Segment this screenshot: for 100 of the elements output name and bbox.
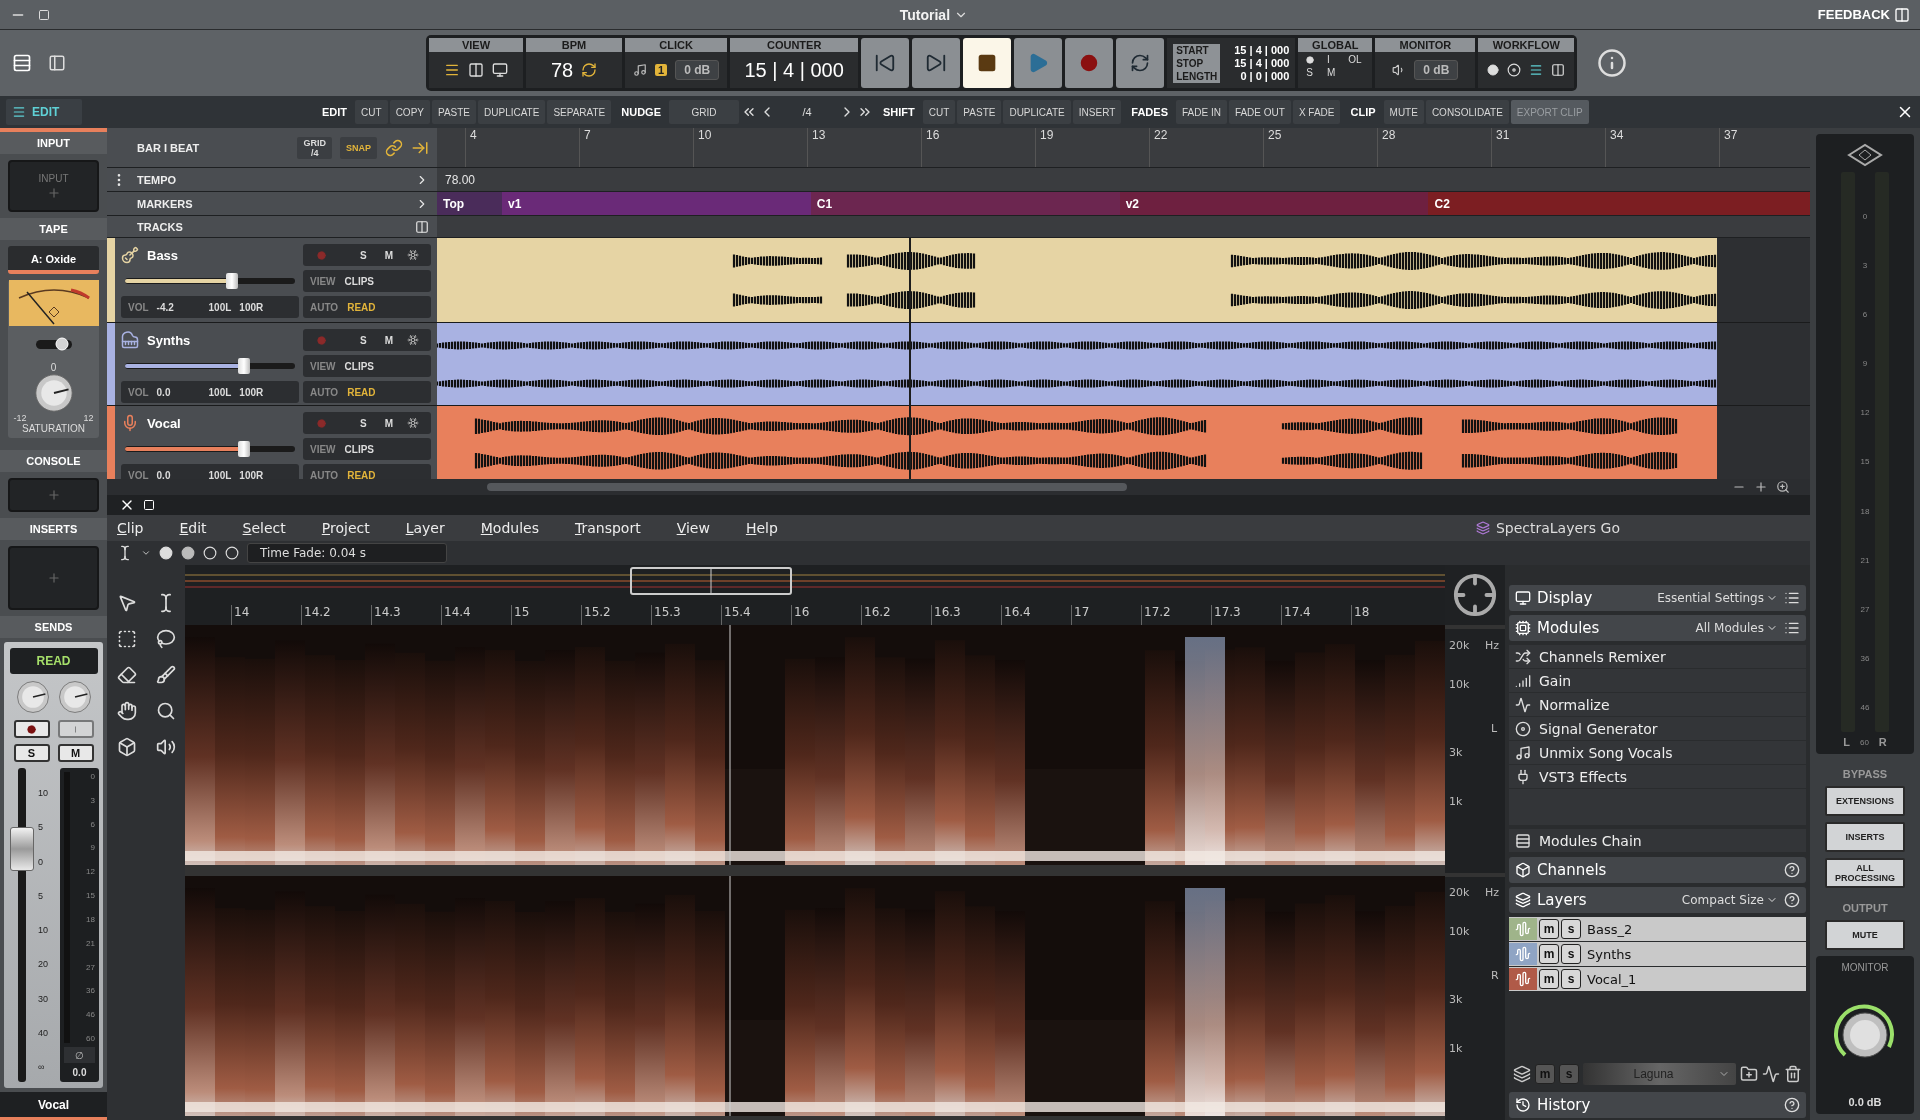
settings-dropdown[interactable]: Essential Settings <box>1657 591 1778 605</box>
toolbar-button[interactable]: CUT <box>922 100 956 124</box>
mute-button[interactable]: MUTE <box>1825 920 1905 950</box>
monitor-icon[interactable] <box>492 62 508 78</box>
help-icon[interactable] <box>1784 892 1800 908</box>
edit-mode-button[interactable]: EDIT <box>6 99 82 125</box>
panel-header[interactable]: Modules All Modules <box>1509 615 1806 641</box>
layer-row[interactable]: m s Vocal_1 <box>1509 967 1806 991</box>
folder-plus-icon[interactable] <box>1740 1065 1758 1083</box>
menu-item[interactable]: Select <box>242 520 300 536</box>
toolbar-button[interactable]: DUPLICATE <box>478 100 546 124</box>
cube-icon[interactable] <box>116 737 137 757</box>
input-monitor-button[interactable] <box>57 720 94 738</box>
modules-dropdown[interactable]: All Modules <box>1695 621 1778 635</box>
help-icon[interactable] <box>1784 862 1800 878</box>
menu-item[interactable]: Layer <box>405 520 459 536</box>
marker[interactable]: C1 <box>810 192 1120 215</box>
mute-button[interactable]: m <box>1539 919 1559 939</box>
view-dropdown[interactable]: CLIPS <box>340 275 378 287</box>
menu-item[interactable]: Modules <box>480 520 553 536</box>
list-icon[interactable] <box>1784 590 1800 606</box>
panel-header[interactable]: Layers Compact Size <box>1509 887 1806 913</box>
click-level-field[interactable]: 0 dB <box>675 60 720 80</box>
sync-icon[interactable] <box>581 62 598 78</box>
transport-button[interactable] <box>963 38 1012 88</box>
time-fade-field[interactable]: Time Fade: 0.04 s <box>247 543 447 563</box>
mute-button[interactable]: M <box>57 744 94 762</box>
toolbar-button[interactable]: X FADE <box>1292 100 1341 124</box>
bypass-button[interactable]: INSERTS <box>1825 822 1905 852</box>
mute-button[interactable]: M <box>380 249 397 261</box>
trash-icon[interactable] <box>1784 1065 1802 1083</box>
solo-button[interactable]: S <box>356 417 371 429</box>
pan-knob[interactable] <box>15 680 50 714</box>
layer-row[interactable]: m s Bass_2 <box>1509 917 1806 941</box>
list-icon[interactable] <box>1784 620 1800 636</box>
disc-icon[interactable] <box>1507 63 1522 77</box>
scrollbar-thumb[interactable] <box>487 483 1127 491</box>
toolbar-button[interactable]: FADE OUT <box>1228 100 1291 124</box>
toolbar-button[interactable]: INSERT <box>1072 100 1122 124</box>
solo-button[interactable]: S <box>356 249 371 261</box>
slider-thumb[interactable] <box>238 441 250 457</box>
grid-button[interactable]: GRID /4 <box>297 136 332 159</box>
brush-icon[interactable] <box>155 665 176 685</box>
help-icon[interactable] <box>1784 1097 1800 1113</box>
metronome-icon[interactable] <box>633 63 647 77</box>
slider-thumb[interactable] <box>226 273 239 289</box>
bypass-button[interactable]: ALL PROCESSING <box>1825 858 1905 888</box>
panel-header[interactable]: Display Essential Settings <box>1509 585 1806 611</box>
freeze-icon[interactable] <box>407 249 419 261</box>
mute-button[interactable]: M <box>380 334 397 346</box>
size-dropdown[interactable]: Compact Size <box>1681 893 1778 907</box>
chevron-down-icon[interactable] <box>141 548 151 558</box>
automation-dropdown[interactable]: READ <box>343 469 380 479</box>
marker[interactable]: Top <box>437 192 502 215</box>
toolbar-button[interactable]: CUT <box>355 100 388 124</box>
window-icon[interactable] <box>143 499 155 511</box>
toolbar-button[interactable]: COPY <box>389 100 430 124</box>
columns-icon[interactable] <box>1551 63 1566 77</box>
saturation-knob[interactable] <box>33 373 74 413</box>
list-icon[interactable] <box>1529 63 1544 77</box>
circle-icon[interactable] <box>225 546 239 560</box>
menu-item[interactable]: Help <box>745 520 792 536</box>
circle-icon[interactable] <box>203 546 217 560</box>
circle-icon[interactable] <box>159 546 173 560</box>
pan-knob[interactable] <box>57 680 92 714</box>
snap-button[interactable]: SNAP <box>340 136 377 159</box>
lasso-icon[interactable] <box>155 629 176 649</box>
menu-item[interactable]: Transport <box>574 520 655 536</box>
automation-dropdown[interactable]: READ <box>343 301 380 313</box>
freeze-icon[interactable] <box>407 417 419 429</box>
zoom-icon[interactable] <box>1776 480 1790 494</box>
hand-icon[interactable] <box>116 701 137 721</box>
toolbar-button[interactable]: PASTE <box>957 100 1002 124</box>
maximize-icon[interactable] <box>38 8 50 21</box>
waveform-icon[interactable] <box>1762 1065 1780 1083</box>
menu-item[interactable]: Project <box>321 520 384 536</box>
menu-item[interactable]: Edit <box>179 520 221 536</box>
bypass-button[interactable]: EXTENSIONS <box>1825 786 1905 816</box>
mute-button[interactable]: M <box>380 417 397 429</box>
layers-icon[interactable] <box>1513 1065 1531 1083</box>
audio-clip[interactable] <box>437 323 1717 405</box>
automation-dropdown[interactable]: READ <box>9 648 98 674</box>
solo-button[interactable]: S <box>13 744 50 762</box>
search-icon[interactable] <box>155 701 176 721</box>
freeze-icon[interactable] <box>407 334 419 346</box>
solo-button[interactable]: s <box>1561 919 1581 939</box>
info-icon[interactable] <box>1597 48 1628 78</box>
grid-dropdown[interactable]: GRID <box>669 100 739 124</box>
solo-button[interactable]: s <box>1561 969 1581 989</box>
layer-row[interactable]: m s Synths <box>1509 942 1806 966</box>
feedback-button[interactable]: FEEDBACK <box>1817 6 1910 23</box>
view-dropdown[interactable]: CLIPS <box>340 360 378 372</box>
eraser-icon[interactable] <box>116 665 137 685</box>
menu-item[interactable]: View <box>676 520 724 536</box>
audio-clip[interactable] <box>437 406 1717 479</box>
toolbar-button[interactable]: MUTE <box>1383 100 1424 124</box>
circle-icon[interactable] <box>181 546 195 560</box>
solo-button[interactable]: s <box>1561 944 1581 964</box>
marker[interactable]: v2 <box>1119 192 1429 215</box>
navigator-icon[interactable] <box>1452 572 1498 618</box>
